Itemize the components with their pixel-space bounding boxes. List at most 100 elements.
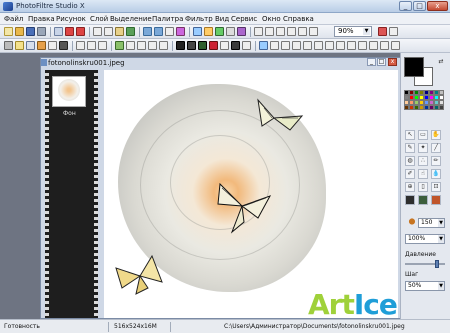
spray-tool-icon[interactable]: ∴ [418, 156, 428, 166]
flip-horizontal-icon[interactable] [126, 41, 135, 50]
actual-size-icon[interactable] [276, 27, 285, 36]
effect-7-icon[interactable] [242, 41, 251, 50]
noise-icon[interactable] [98, 41, 107, 50]
automate-icon[interactable] [237, 27, 246, 36]
palette-swatch[interactable] [439, 105, 444, 110]
scan-icon[interactable] [54, 27, 63, 36]
fit-window-icon[interactable] [287, 27, 296, 36]
adjust-icon[interactable] [176, 27, 185, 36]
menu-selection[interactable]: Выделение [110, 15, 152, 23]
zoom-select[interactable]: 90% ▼ [334, 26, 372, 37]
zoom-out-icon[interactable] [265, 27, 274, 36]
gamma-icon[interactable] [48, 41, 57, 50]
effect-15-icon[interactable] [336, 41, 345, 50]
doc-close-button[interactable]: x [388, 58, 397, 66]
frame-icon[interactable] [193, 27, 202, 36]
effect-6-icon[interactable] [231, 41, 240, 50]
swap-colors-icon[interactable]: ⇄ [436, 58, 446, 68]
effect-5-icon[interactable] [220, 41, 229, 50]
effect-1-icon[interactable] [176, 41, 185, 50]
line-tool-icon[interactable]: ╱ [431, 143, 441, 153]
effect-10-icon[interactable] [281, 41, 290, 50]
text-icon[interactable] [204, 27, 213, 36]
grid-icon[interactable] [309, 27, 318, 36]
doc-maximize-button[interactable]: □ [377, 58, 386, 66]
pressure-slider-knob[interactable] [435, 260, 439, 268]
effect-11-icon[interactable] [292, 41, 301, 50]
maximize-button[interactable]: □ [413, 1, 426, 11]
rotate-right-icon[interactable] [159, 41, 168, 50]
effect-19-icon[interactable] [380, 41, 389, 50]
effect-2-icon[interactable] [187, 41, 196, 50]
menu-filter[interactable]: Фильтр [185, 15, 213, 23]
pressure-slider[interactable] [405, 260, 445, 268]
effect-4-icon[interactable] [209, 41, 218, 50]
eyedropper-tool-icon[interactable]: ✎ [405, 143, 415, 153]
effect-tool-icon[interactable] [405, 195, 415, 205]
saturation-icon[interactable] [37, 41, 46, 50]
effect-20-icon[interactable] [391, 41, 400, 50]
effect-13-icon[interactable] [314, 41, 323, 50]
brightness-icon[interactable] [15, 41, 24, 50]
transform-icon[interactable] [215, 27, 224, 36]
minimize-button[interactable]: _ [399, 1, 412, 11]
cut-icon[interactable] [93, 27, 102, 36]
close-button[interactable]: x [427, 1, 448, 11]
foreground-color[interactable] [404, 57, 424, 77]
stop-icon[interactable] [378, 27, 387, 36]
layer-icon[interactable] [126, 27, 135, 36]
menu-layer[interactable]: Слой [90, 15, 108, 23]
grayscale-icon[interactable] [59, 41, 68, 50]
menu-window[interactable]: Окно [262, 15, 281, 23]
undo-icon[interactable] [65, 27, 74, 36]
effect-3-icon[interactable] [198, 41, 207, 50]
brush-tool-icon[interactable]: ✏ [431, 156, 441, 166]
zoom-in-icon[interactable] [254, 27, 263, 36]
selection-icon[interactable] [115, 41, 124, 50]
blur-tool-icon[interactable]: 💧 [431, 169, 441, 179]
save-icon[interactable] [26, 27, 35, 36]
contrast-icon[interactable] [26, 41, 35, 50]
full-screen-icon[interactable] [298, 27, 307, 36]
stamp-tool-icon[interactable]: ⊡ [431, 182, 441, 192]
opacity-select[interactable]: 100% ▼ [405, 234, 445, 244]
auto-levels-icon[interactable] [4, 41, 13, 50]
gradient-tool-icon[interactable] [431, 195, 441, 205]
effect-16-icon[interactable] [347, 41, 356, 50]
fill-tool-icon[interactable]: ◍ [405, 156, 415, 166]
open-icon[interactable] [15, 27, 24, 36]
effect-12-icon[interactable] [303, 41, 312, 50]
eraser-tool-icon[interactable]: ▯ [418, 182, 428, 192]
resize-image-icon[interactable] [143, 27, 152, 36]
history-icon[interactable] [226, 27, 235, 36]
hand-tool-icon[interactable]: ✋ [431, 130, 441, 140]
effect-14-icon[interactable] [325, 41, 334, 50]
texture-tool-icon[interactable] [418, 195, 428, 205]
blur-icon[interactable] [76, 41, 85, 50]
doc-minimize-button[interactable]: _ [367, 58, 376, 66]
menu-view[interactable]: Вид [215, 15, 229, 23]
sharpen-icon[interactable] [87, 41, 96, 50]
selection-tool-icon[interactable]: ▭ [418, 130, 428, 140]
crop-icon[interactable] [165, 27, 174, 36]
smudge-tool-icon[interactable]: ☝ [418, 169, 428, 179]
menu-file[interactable]: Файл [4, 15, 23, 23]
effect-8-icon[interactable] [259, 41, 268, 50]
canvas-size-icon[interactable] [154, 27, 163, 36]
step-select[interactable]: 50% ▼ [405, 281, 445, 291]
new-icon[interactable] [4, 27, 13, 36]
clone-tool-icon[interactable]: ⊕ [405, 182, 415, 192]
pointer-tool-icon[interactable]: ↖ [405, 130, 415, 140]
effect-17-icon[interactable] [358, 41, 367, 50]
print-icon[interactable] [37, 27, 46, 36]
redo-icon[interactable] [76, 27, 85, 36]
help-icon[interactable] [389, 27, 398, 36]
paste-icon[interactable] [115, 27, 124, 36]
pencil-tool-icon[interactable]: ✐ [405, 169, 415, 179]
menu-tools[interactable]: Сервис [231, 15, 257, 23]
brush-size-select[interactable]: 150 ▼ [418, 218, 445, 228]
effect-9-icon[interactable] [270, 41, 279, 50]
menu-edit[interactable]: Правка [28, 15, 55, 23]
menu-help[interactable]: Справка [283, 15, 314, 23]
flip-vertical-icon[interactable] [137, 41, 146, 50]
